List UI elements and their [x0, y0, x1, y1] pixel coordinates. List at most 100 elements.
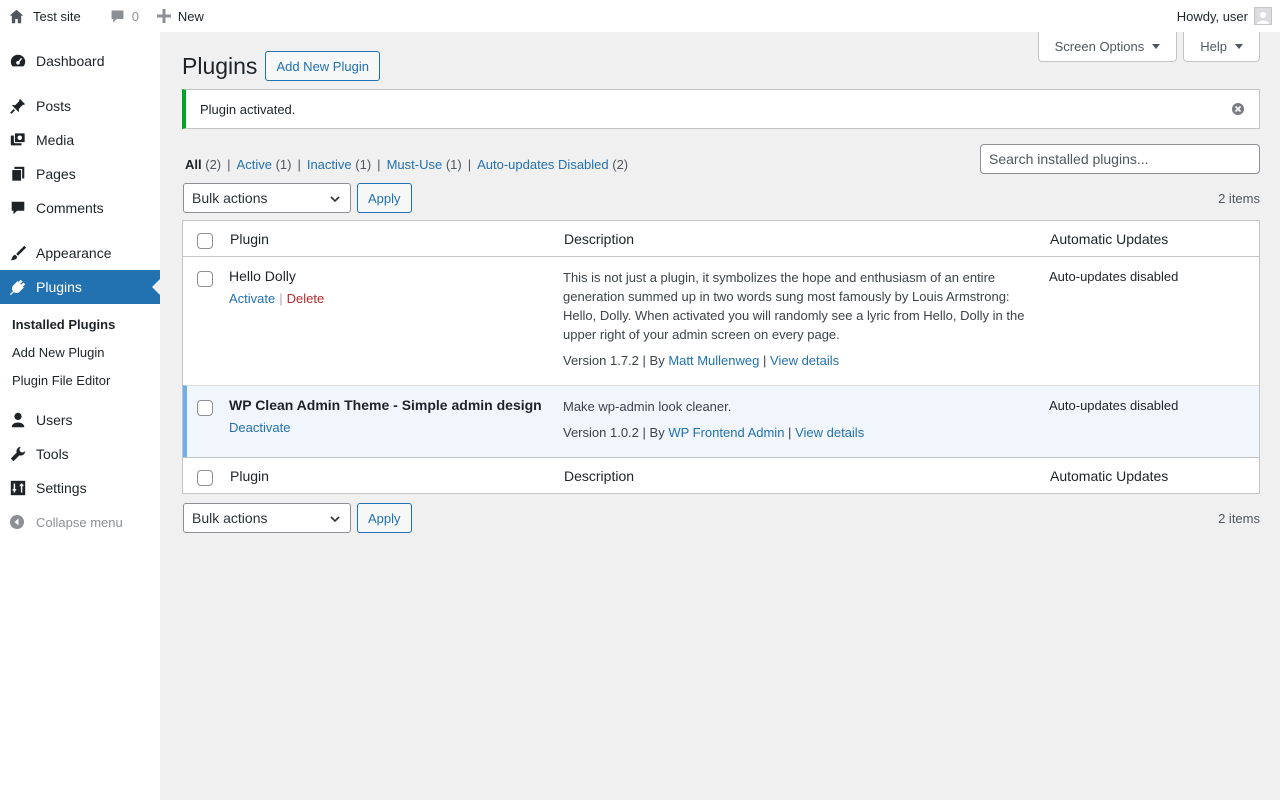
comments-icon [9, 199, 27, 217]
new-content-link[interactable]: New [156, 0, 204, 32]
column-header-description: Description [564, 230, 635, 247]
plugin-name: WP Clean Admin Theme - Simple admin desi… [229, 397, 542, 413]
sidebar-label-posts: Posts [36, 98, 72, 114]
apply-button-bottom[interactable]: Apply [357, 503, 412, 533]
avatar [1254, 7, 1272, 25]
sidebar-label-users: Users [36, 412, 73, 428]
submenu-add-new-plugin[interactable]: Add New Plugin [0, 339, 160, 367]
admin-bar: Test site 0 New Howdy, user [0, 0, 1280, 32]
sidebar-label-dashboard: Dashboard [36, 53, 105, 69]
dashboard-gauge-icon [9, 52, 27, 70]
filter-inactive[interactable]: Inactive (1) [307, 157, 371, 172]
plugin-description: Make wp-admin look cleaner. [563, 399, 732, 414]
pages-icon [9, 165, 27, 183]
plugin-name: Hello Dolly [229, 268, 296, 284]
site-name-link[interactable]: Test site [0, 0, 81, 32]
sidebar-item-pages[interactable]: Pages [0, 157, 160, 191]
my-account-link[interactable]: Howdy, user [1177, 0, 1280, 32]
activate-link[interactable]: Activate [229, 291, 275, 306]
howdy-text: Howdy, user [1176, 8, 1248, 24]
row-checkbox[interactable] [197, 271, 213, 287]
home-icon [9, 9, 24, 23]
row-actions: Activate | Delete [229, 291, 324, 306]
users-icon [9, 411, 27, 429]
sidebar-label-settings: Settings [36, 480, 87, 496]
page-title: Plugins [182, 52, 258, 79]
apply-button[interactable]: Apply [357, 183, 412, 213]
chevron-down-icon [330, 516, 340, 523]
sidebar-item-settings[interactable]: Settings [0, 471, 160, 505]
auto-updates-status: Auto-updates disabled [1049, 269, 1179, 284]
column-header-plugin[interactable]: Plugin [230, 231, 269, 247]
filter-auto-updates-disabled[interactable]: Auto-updates Disabled (2) [477, 157, 628, 172]
submenu-plugin-file-editor[interactable]: Plugin File Editor [0, 367, 160, 395]
plugins-submenu: Installed Plugins Add New Plugin Plugin … [0, 304, 160, 403]
caret-down-icon [1235, 44, 1243, 49]
submenu-installed-plugins[interactable]: Installed Plugins [0, 311, 160, 339]
wrench-icon [9, 445, 27, 463]
column-header-automatic-updates: Automatic Updates [1050, 230, 1169, 247]
search-plugins-input[interactable] [980, 144, 1260, 174]
sidebar-item-appearance[interactable]: Appearance [0, 236, 160, 270]
table-row: WP Clean Admin Theme - Simple admin desi… [183, 385, 1259, 457]
dismiss-icon[interactable] [1231, 102, 1245, 116]
bulk-actions-select[interactable]: Bulk actions [183, 183, 351, 213]
sidebar-label-tools: Tools [36, 446, 69, 462]
sidebar-item-tools[interactable]: Tools [0, 437, 160, 471]
view-details-link[interactable]: View details [770, 353, 839, 368]
success-notice: Plugin activated. [182, 89, 1260, 129]
screen-options-label: Screen Options [1054, 39, 1145, 54]
filter-all[interactable]: All (2) [185, 157, 221, 172]
chevron-down-icon [330, 196, 340, 203]
view-details-link[interactable]: View details [795, 425, 864, 440]
sidebar-item-posts[interactable]: Posts [0, 89, 160, 123]
add-new-plugin-button[interactable]: Add New Plugin [265, 51, 380, 81]
sidebar-item-dashboard[interactable]: Dashboard [0, 44, 160, 78]
plugin-plug-icon [9, 278, 27, 296]
comments-count: 0 [131, 8, 139, 24]
plugins-table: Plugin Description Automatic Updates Hel… [182, 220, 1260, 494]
items-count: 2 items [1218, 190, 1260, 206]
tablenav-bottom: Bulk actions Apply 2 items [183, 503, 1260, 533]
media-camera-icon [9, 131, 27, 149]
comment-bubble-icon [111, 10, 124, 22]
sidebar-label-media: Media [36, 132, 75, 148]
plus-icon [156, 9, 171, 23]
author-link[interactable]: WP Frontend Admin [668, 425, 784, 440]
site-name: Test site [33, 8, 81, 24]
column-footer-plugin[interactable]: Plugin [230, 468, 269, 484]
sidebar-item-plugins[interactable]: Plugins [0, 270, 160, 304]
help-label: Help [1200, 39, 1227, 54]
plugin-description: This is not just a plugin, it symbolizes… [563, 270, 1025, 342]
bulk-actions-value: Bulk actions [192, 190, 268, 206]
sidebar-item-media[interactable]: Media [0, 123, 160, 157]
select-all-checkbox[interactable] [197, 233, 213, 249]
new-label: New [177, 8, 204, 24]
collapse-menu-button[interactable]: Collapse menu [0, 505, 160, 539]
filter-active[interactable]: Active (1) [237, 157, 292, 172]
row-checkbox[interactable] [197, 400, 213, 416]
help-button[interactable]: Help [1183, 32, 1260, 62]
pushpin-icon [9, 97, 27, 115]
plugin-version-info: Version 1.7.2 | By Matt Mullenweg | View… [563, 353, 840, 368]
author-link[interactable]: Matt Mullenweg [668, 353, 759, 368]
user-silhouette-icon [1257, 12, 1269, 24]
comments-link[interactable]: 0 [109, 0, 139, 32]
auto-updates-status: Auto-updates disabled [1049, 398, 1179, 413]
sidebar-label-plugins: Plugins [36, 279, 82, 295]
page-heading: Plugins Add New Plugin [182, 51, 380, 81]
column-footer-description: Description [564, 467, 635, 484]
paintbrush-icon [9, 244, 27, 262]
row-actions: Deactivate [229, 420, 290, 435]
sidebar-item-comments[interactable]: Comments [0, 191, 160, 225]
bulk-actions-select-bottom[interactable]: Bulk actions [183, 503, 351, 533]
delete-link[interactable]: Delete [287, 291, 325, 306]
plugin-status-filters: All (2) | Active (1) | Inactive (1) | Mu… [185, 157, 628, 172]
action-separator: | [279, 291, 283, 306]
table-header: Plugin Description Automatic Updates [183, 221, 1259, 257]
screen-options-button[interactable]: Screen Options [1037, 32, 1178, 62]
filter-must-use[interactable]: Must-Use (1) [387, 157, 462, 172]
deactivate-link[interactable]: Deactivate [229, 420, 290, 435]
sidebar-item-users[interactable]: Users [0, 403, 160, 437]
select-all-checkbox-footer[interactable] [197, 470, 213, 486]
